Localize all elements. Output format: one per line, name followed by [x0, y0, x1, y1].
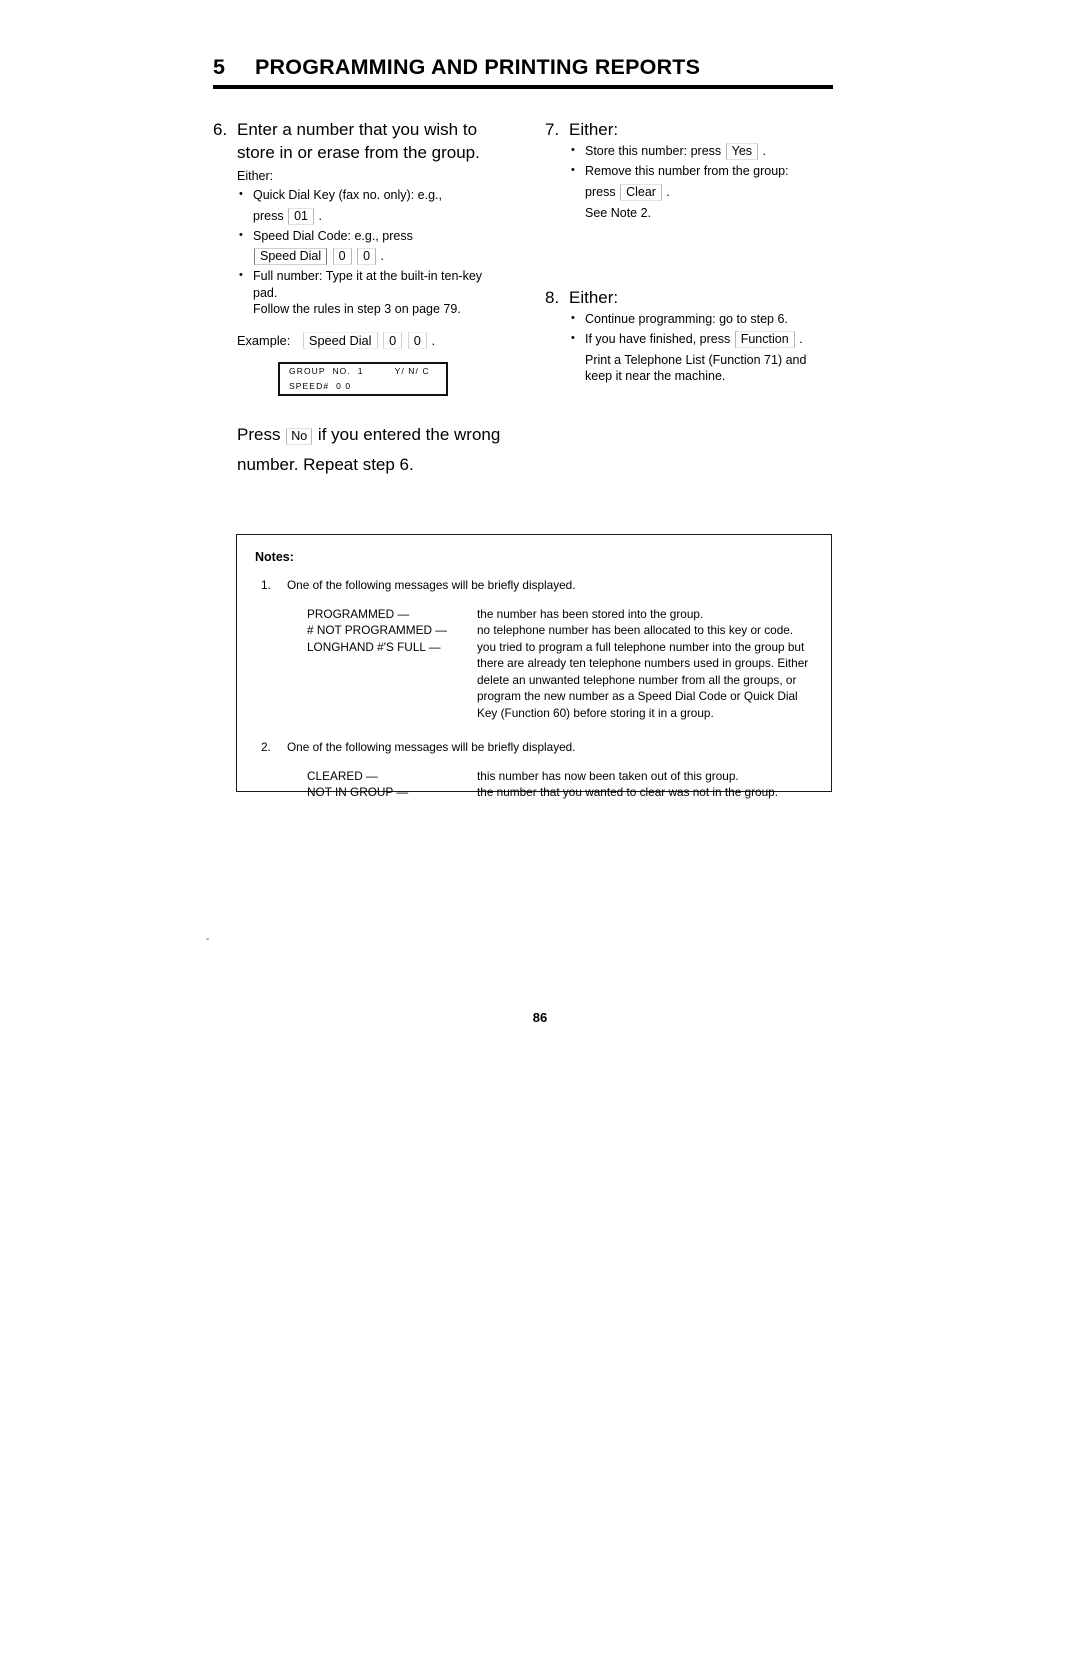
press-no-label: Press [237, 425, 281, 444]
lcd-display: GROUP NO. 1 Y/ N/ C SPEED# 0 0 [278, 362, 448, 396]
key-01[interactable]: 01 [288, 207, 314, 225]
left-column: 6. Enter a number that you wish to store… [213, 118, 493, 350]
example-label: Example: [237, 332, 291, 348]
message-row: NOT IN GROUP — the number that you wante… [307, 784, 817, 801]
step-8-bullet-finished: If you have finished, press Function . P… [569, 330, 835, 385]
step-6: 6. Enter a number that you wish to store… [213, 118, 493, 350]
step-6-either-label: Either: [237, 169, 274, 183]
message-desc: this number has now been taken out of th… [477, 768, 739, 783]
example-key-speed-dial[interactable]: Speed Dial [302, 331, 378, 349]
page-number: 86 [532, 1010, 548, 1025]
note-2-lead: One of the following messages will be br… [287, 740, 576, 754]
message-desc: the number has been stored into the grou… [477, 606, 704, 621]
finished-trailing: . [799, 331, 803, 346]
full-number-cont: Follow the rules in step 3 on page 79. [253, 302, 461, 316]
message-desc: you tried to program a full telephone nu… [477, 639, 809, 720]
step-8-bullet-continue: Continue programming: go to step 6. [569, 310, 835, 328]
page-title: PROGRAMMING AND PRINTING REPORTS [255, 55, 701, 79]
key-function[interactable]: Function [734, 330, 795, 348]
step-7-bullet-remove: Remove this number from the group: press… [569, 162, 835, 221]
step-6-number: 6. [213, 120, 228, 139]
speed-dial-lead: Speed Dial Code: e.g., press [253, 228, 413, 243]
message-term: LONGHAND #'S FULL — [307, 639, 441, 654]
note-1-messages: PROGRAMMED — the number has been stored … [307, 606, 817, 722]
store-trailing: . [762, 144, 767, 158]
quick-dial-lead: Quick Dial Key (fax no. only): e.g., [253, 188, 442, 202]
step-7-bullet-list: Store this number: press Yes . Remove th… [569, 142, 835, 221]
message-row: PROGRAMMED — the number has been stored … [307, 606, 817, 623]
store-lead: Store this number: press [585, 144, 722, 158]
message-desc: the number that you wanted to clear was … [477, 785, 779, 799]
note-1-lead: One of the following messages will be br… [287, 578, 576, 592]
step-7: 7. Either: Store this number: press Yes … [545, 118, 835, 224]
message-term: PROGRAMMED — [307, 606, 410, 621]
step-6-bullet-quick-dial: Quick Dial Key (fax no. only): e.g., pre… [237, 186, 493, 225]
step-8-number: 8. [545, 288, 560, 307]
example-trailing: . [431, 332, 436, 348]
key-clear[interactable]: Clear [620, 183, 662, 201]
message-row: # NOT PROGRAMMED — no telephone number h… [307, 622, 817, 639]
step-8-bullet-list: Continue programming: go to step 6. If y… [569, 310, 835, 385]
notes-spacer [255, 721, 817, 739]
document-page: 5 PROGRAMMING AND PRINTING REPORTS 6. En… [0, 0, 1080, 1672]
note-item-1: 1. One of the following messages will be… [255, 577, 817, 594]
step-6-bullet-list: Quick Dial Key (fax no. only): e.g., pre… [237, 186, 493, 318]
notes-title: Notes: [255, 550, 294, 564]
step-6-bullet-full-number: Full number: Type it at the built-in ten… [237, 267, 493, 318]
note-2-messages: CLEARED — this number has now been taken… [307, 768, 817, 801]
continue-lead: Continue programming: go to step 6. [585, 312, 788, 326]
example-key-digit-0-b[interactable]: 0 [407, 331, 427, 349]
message-row: CLEARED — this number has now been taken… [307, 768, 817, 785]
message-term: # NOT PROGRAMMED — [307, 623, 448, 637]
step-7-title: Either: [569, 120, 619, 139]
step-8-title: Either: [569, 288, 619, 307]
remove-see-note: See Note 2. [585, 205, 652, 220]
speed-dial-trailing: . [380, 249, 384, 263]
scan-artifact [206, 938, 209, 940]
press-no-paragraph: Press No if you entered the wrong number… [237, 420, 537, 480]
example-key-digit-0-a[interactable]: 0 [383, 331, 403, 349]
key-yes[interactable]: Yes [725, 143, 759, 160]
lcd-line-1: GROUP NO. 1 Y/ N/ C [289, 366, 430, 376]
step-6-example: Example: Speed Dial 0 0 . [237, 331, 493, 350]
step-7-bullet-store: Store this number: press Yes . [569, 142, 835, 160]
chapter-number: 5 [213, 55, 226, 79]
key-speed-dial[interactable]: Speed Dial [254, 248, 328, 265]
key-no[interactable]: No [286, 428, 313, 445]
note-1-index: 1. [261, 578, 271, 592]
quick-dial-trailing: . [318, 208, 322, 223]
remove-lead: Remove this number from the group: [585, 164, 789, 178]
remove-trailing: . [666, 184, 670, 199]
notes-box: Notes: 1. One of the following messages … [236, 534, 832, 799]
header-divider [213, 85, 833, 89]
step-6-title: Enter a number that you wish to store in… [237, 120, 480, 162]
finished-cont: Print a Telephone List (Function 71) and… [585, 352, 807, 384]
message-term: CLEARED — [307, 768, 378, 783]
message-term: NOT IN GROUP — [307, 785, 409, 799]
note-item-2: 2. One of the following messages will be… [255, 739, 817, 756]
key-digit-0-b[interactable]: 0 [357, 248, 377, 265]
key-digit-0-a[interactable]: 0 [332, 248, 352, 265]
message-desc: no telephone number has been allocated t… [477, 623, 794, 637]
step-8: 8. Either: Continue programming: go to s… [545, 286, 835, 388]
lcd-line-2: SPEED# 0 0 [289, 381, 352, 391]
remove-press-label: press [585, 184, 616, 199]
step-7-number: 7. [545, 120, 560, 139]
message-row: LONGHAND #'S FULL — you tried to program… [307, 639, 817, 722]
full-number-lead: Full number: Type it at the built-in ten… [253, 269, 483, 300]
step-6-bullet-speed-dial: Speed Dial Code: e.g., press Speed Dial … [237, 227, 493, 265]
right-column: 7. Either: Store this number: press Yes … [545, 118, 835, 388]
quick-dial-press-label: press [253, 208, 284, 223]
chapter-header: 5 PROGRAMMING AND PRINTING REPORTS [213, 55, 833, 89]
finished-lead: If you have finished, press [585, 331, 731, 346]
note-2-index: 2. [261, 740, 271, 754]
